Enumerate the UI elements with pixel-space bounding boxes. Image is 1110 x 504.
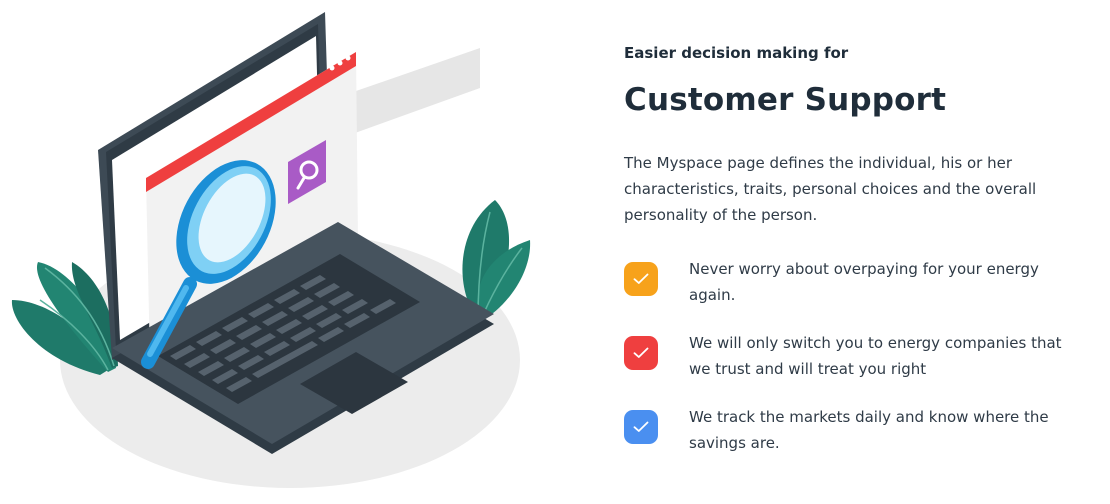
laptop-with-magnifier-icon	[11, 12, 531, 488]
eyebrow-text: Easier decision making for	[624, 44, 849, 62]
feature-text: We will only switch you to energy compan…	[689, 334, 1062, 378]
feature-list: Never worry about overpaying for your en…	[624, 256, 1084, 456]
feature-text: We track the markets daily and know wher…	[689, 408, 1049, 452]
content-section: Easier decision making for Customer Supp…	[624, 42, 1084, 478]
left-plant-icon	[11, 262, 118, 375]
check-icon	[624, 410, 658, 444]
check-icon	[624, 262, 658, 296]
description-text: The Myspace page defines the individual,…	[624, 154, 1037, 224]
feature-item: We track the markets daily and know wher…	[624, 404, 1084, 456]
check-icon	[624, 336, 658, 370]
laptop-illustration	[0, 0, 560, 500]
page-title: Customer Support	[624, 82, 947, 118]
feature-text: Never worry about overpaying for your en…	[689, 260, 1039, 304]
feature-item: We will only switch you to energy compan…	[624, 330, 1084, 382]
feature-item: Never worry about overpaying for your en…	[624, 256, 1084, 308]
